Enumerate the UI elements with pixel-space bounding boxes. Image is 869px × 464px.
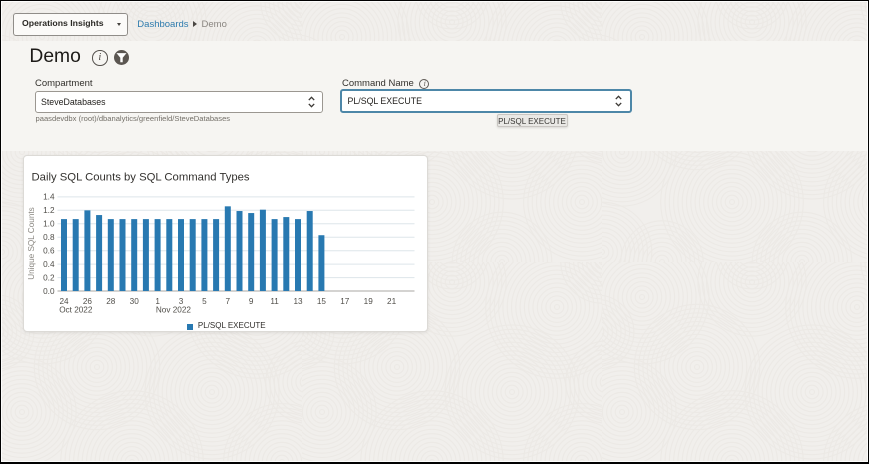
- svg-text:13: 13: [293, 297, 303, 306]
- svg-text:1.2: 1.2: [43, 206, 55, 215]
- svg-text:0.4: 0.4: [43, 260, 55, 269]
- svg-text:0.2: 0.2: [43, 273, 55, 282]
- svg-text:1.4: 1.4: [43, 193, 55, 202]
- svg-text:15: 15: [317, 297, 327, 306]
- svg-text:9: 9: [249, 297, 254, 306]
- svg-text:1.0: 1.0: [43, 220, 55, 229]
- svg-text:5: 5: [202, 297, 207, 306]
- svg-text:28: 28: [106, 297, 116, 306]
- svg-text:11: 11: [270, 297, 279, 306]
- svg-text:Unique SQL Counts: Unique SQL Counts: [27, 207, 36, 280]
- svg-text:Nov 2022: Nov 2022: [156, 305, 191, 314]
- svg-text:Oct 2022: Oct 2022: [59, 305, 93, 314]
- svg-text:30: 30: [130, 297, 140, 306]
- svg-text:17: 17: [340, 297, 350, 306]
- svg-text:PL/SQL EXECUTE: PL/SQL EXECUTE: [198, 321, 266, 330]
- svg-text:0.8: 0.8: [43, 233, 55, 242]
- svg-text:Daily SQL Counts by SQL Comman: Daily SQL Counts by SQL Command Types: [32, 171, 250, 183]
- svg-text:19: 19: [364, 297, 374, 306]
- svg-text:0.0: 0.0: [43, 287, 55, 296]
- svg-text:7: 7: [226, 297, 231, 306]
- svg-text:21: 21: [387, 297, 397, 306]
- svg-text:0.6: 0.6: [43, 247, 55, 256]
